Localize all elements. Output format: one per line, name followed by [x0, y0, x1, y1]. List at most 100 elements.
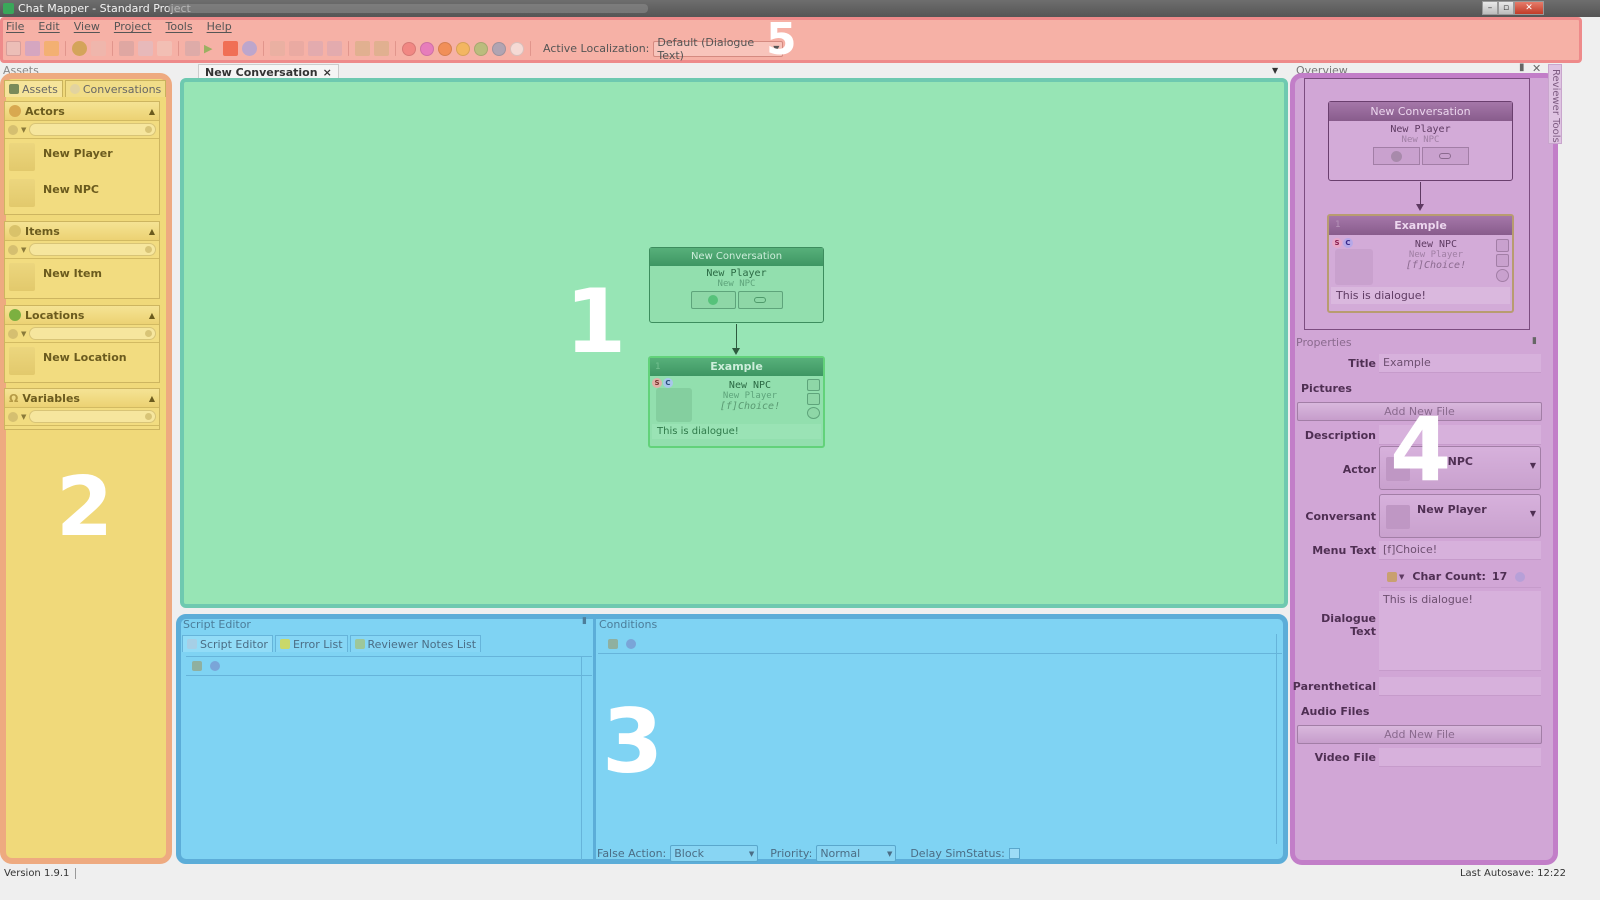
tab-script-editor[interactable]: Script Editor	[182, 635, 273, 652]
zoom-fit-icon[interactable]	[308, 41, 323, 56]
add-child-button[interactable]	[690, 291, 736, 309]
menu-file[interactable]: File	[6, 20, 24, 36]
menu-text-field[interactable]: [f]Choice!	[1379, 541, 1541, 560]
items-search-input[interactable]	[29, 243, 156, 256]
tab-new-conversation[interactable]: New Conversation ×	[198, 64, 339, 79]
link-button[interactable]	[1496, 239, 1509, 252]
color-none-button[interactable]	[510, 41, 524, 56]
group-items-header[interactable]: Items ▲	[5, 222, 159, 241]
tab-list-dropdown-icon[interactable]: ▼	[1272, 66, 1278, 75]
menu-help[interactable]: Help	[207, 20, 232, 36]
new-file-icon[interactable]	[6, 41, 21, 56]
html5-icon[interactable]	[223, 41, 238, 56]
group-variables-header[interactable]: Ω Variables ▲	[5, 389, 159, 408]
print-icon[interactable]	[185, 41, 200, 56]
priority-select[interactable]: Normal ▼	[816, 845, 897, 862]
zoom-in-icon[interactable]	[270, 41, 285, 56]
overview-node-dialogue[interactable]: 1 Example S C New NPC New Player [f]Choi…	[1327, 214, 1514, 313]
pin-icon[interactable]: ▮	[582, 616, 587, 626]
wizard-icon[interactable]	[608, 638, 618, 649]
add-child-button[interactable]	[1496, 269, 1509, 282]
actors-search-input[interactable]	[29, 123, 156, 136]
collapse-arrow-icon[interactable]: ▲	[149, 311, 155, 320]
menu-view[interactable]: View	[74, 20, 100, 36]
color-gray-button[interactable]	[492, 41, 506, 56]
close-icon[interactable]: ×	[323, 66, 332, 79]
add-note-button[interactable]	[1496, 254, 1509, 267]
group-locations-header[interactable]: Locations ▲	[5, 306, 159, 325]
chevron-down-icon[interactable]: ▼	[21, 126, 26, 134]
chevron-down-icon[interactable]: ▼	[21, 413, 26, 421]
panel-divider[interactable]	[593, 614, 596, 864]
help-icon[interactable]	[626, 638, 636, 649]
script-scrollbar[interactable]	[581, 656, 591, 860]
menu-tools[interactable]: Tools	[165, 20, 192, 36]
open-folder-icon[interactable]	[44, 41, 59, 56]
help-icon[interactable]	[210, 661, 220, 671]
save-icon[interactable]	[25, 41, 40, 56]
collapse-arrow-icon[interactable]: ▲	[149, 227, 155, 236]
zoom-reset-icon[interactable]	[327, 41, 342, 56]
menu-project[interactable]: Project	[114, 20, 152, 36]
add-audio-button[interactable]: Add New File	[1297, 725, 1542, 744]
color-green-button[interactable]	[474, 41, 488, 56]
video-file-field[interactable]	[1379, 748, 1541, 767]
undo-icon[interactable]	[72, 41, 87, 56]
tab-reviewer-notes-list[interactable]: Reviewer Notes List	[349, 635, 482, 652]
locations-search-input[interactable]	[29, 327, 156, 340]
list-item[interactable]: New Item	[5, 259, 159, 295]
group-actors-header[interactable]: Actors ▲	[5, 102, 159, 121]
tab-conversations[interactable]: Conversations	[64, 80, 167, 97]
conversation-canvas[interactable]	[180, 78, 1288, 608]
node-root[interactable]: New Conversation New Player New NPC	[649, 247, 824, 323]
gear-icon[interactable]	[8, 124, 18, 135]
add-note-button[interactable]	[807, 393, 820, 405]
dialogue-text-area[interactable]: This is dialogue!	[1379, 591, 1541, 671]
gear-icon[interactable]	[8, 411, 18, 422]
list-item[interactable]: New Player	[5, 139, 159, 175]
copy-icon[interactable]	[138, 41, 153, 56]
false-action-select[interactable]: Block ▼	[670, 845, 759, 862]
color-yellow-button[interactable]	[456, 41, 470, 56]
link-button[interactable]	[737, 291, 783, 309]
delay-simstatus-checkbox[interactable]	[1008, 848, 1020, 859]
collapse-all-icon[interactable]	[374, 41, 389, 56]
globe-icon[interactable]	[242, 41, 257, 56]
paste-icon[interactable]	[157, 41, 172, 56]
help-icon[interactable]	[1515, 571, 1526, 582]
chevron-down-icon[interactable]: ▼	[21, 330, 26, 338]
pin-icon[interactable]: ▮	[1532, 336, 1537, 346]
restore-button[interactable]: ▫	[1498, 1, 1514, 15]
variables-search-input[interactable]	[29, 410, 156, 423]
collapse-arrow-icon[interactable]: ▲	[149, 394, 155, 403]
zoom-out-icon[interactable]	[289, 41, 304, 56]
localization-select[interactable]: Default (Dialogue Text) ▼	[653, 36, 784, 62]
close-button[interactable]: ✕	[1514, 1, 1544, 15]
add-child-button[interactable]	[1372, 147, 1420, 165]
title-field[interactable]: Example	[1379, 354, 1541, 373]
color-red-button[interactable]	[402, 41, 416, 56]
redo-icon[interactable]	[91, 41, 106, 56]
add-child-button[interactable]	[807, 407, 820, 419]
tab-error-list[interactable]: Error List	[274, 635, 348, 652]
pin-icon[interactable]: ▮	[1519, 62, 1525, 73]
minimize-button[interactable]: –	[1482, 1, 1498, 15]
overview-node-root[interactable]: New Conversation New Player New NPC	[1328, 101, 1513, 181]
wizard-icon[interactable]	[192, 661, 202, 671]
conditions-scrollbar[interactable]	[1276, 634, 1284, 844]
link-button[interactable]	[1421, 147, 1469, 165]
chevron-down-icon[interactable]: ▼	[21, 246, 26, 254]
color-orange-button[interactable]	[438, 41, 452, 56]
gear-icon[interactable]	[8, 244, 18, 255]
tab-assets[interactable]: Assets	[4, 80, 63, 97]
collapse-arrow-icon[interactable]: ▲	[149, 107, 155, 116]
node-dialogue[interactable]: 1 Example S C New NPC New Player [f]Choi…	[648, 356, 825, 448]
link-button[interactable]	[807, 379, 820, 391]
color-pink-button[interactable]	[420, 41, 434, 56]
play-icon[interactable]: ▶	[204, 41, 219, 56]
list-item[interactable]: New Location	[5, 343, 159, 379]
menu-edit[interactable]: Edit	[38, 20, 59, 36]
cut-icon[interactable]	[119, 41, 134, 56]
gear-icon[interactable]	[8, 328, 18, 339]
wizard-icon[interactable]	[1387, 571, 1397, 582]
